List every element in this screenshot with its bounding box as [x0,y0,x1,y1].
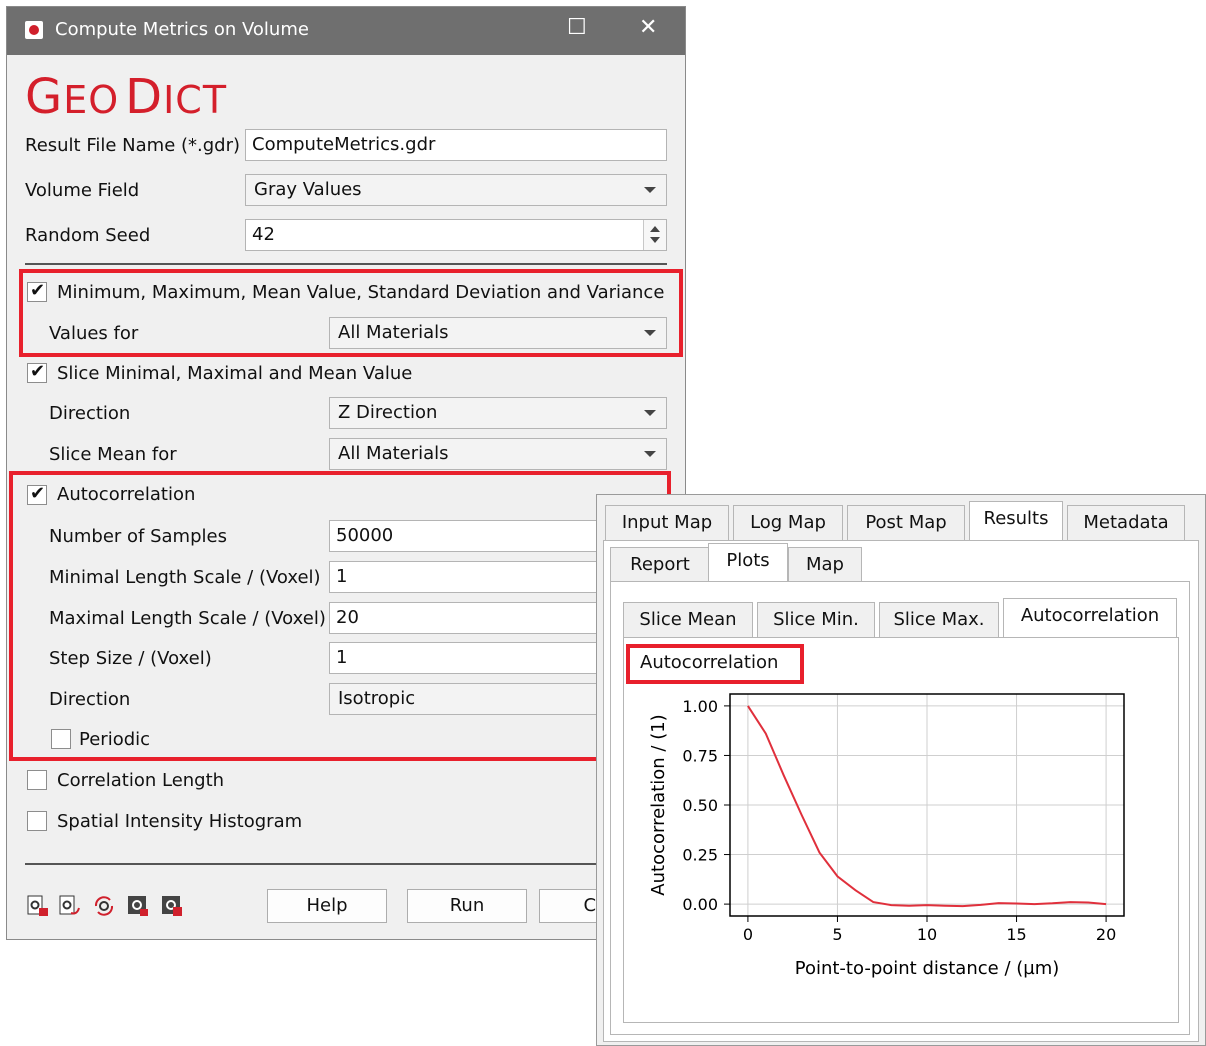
gear-refresh-icon[interactable] [93,895,115,917]
run-button[interactable]: Run [407,889,527,923]
close-icon[interactable]: ✕ [639,15,657,40]
periodic-label: Periodic [79,729,151,750]
x-tick-label: 15 [1006,925,1026,944]
random-seed-value: 42 [252,224,275,245]
correlation-length-label: Correlation Length [57,770,225,791]
divider [25,263,667,265]
chevron-down-icon [644,451,656,457]
chevron-down-icon [644,330,656,336]
tab-post-map[interactable]: Post Map [847,505,965,541]
autocorr-direction-select[interactable]: Isotropic [329,683,629,715]
spin-up-icon[interactable] [650,226,660,232]
spatial-histogram-label: Spatial Intensity Histogram [57,811,303,832]
y-axis-label: Autocorrelation / (1) [648,714,669,895]
spin-down-icon[interactable] [650,237,660,243]
slice-direction-value: Z Direction [338,402,438,423]
values-for-value: All Materials [338,322,449,343]
slice-checkbox[interactable] [27,361,47,383]
values-for-label: Values for [49,323,139,344]
random-seed-spinbox[interactable]: 42 [245,219,667,251]
min-length-input[interactable]: 1 [329,561,629,593]
y-tick-label: 0.75 [682,746,718,765]
tab-slice-max[interactable]: Slice Max. [879,602,999,638]
tab-slice-min[interactable]: Slice Min. [757,602,875,638]
periodic-checkbox[interactable] [51,729,71,749]
tab-results[interactable]: Results [969,501,1063,541]
gear-save-icon[interactable] [161,895,183,917]
autocorr-direction-value: Isotropic [338,688,416,709]
slice-direction-select[interactable]: Z Direction [329,397,667,429]
x-tick-label: 0 [743,925,753,944]
geodict-logo: GEO DICT [25,69,228,125]
min-length-label: Minimal Length Scale / (Voxel) [49,567,321,588]
correlation-length-checkbox[interactable] [27,770,47,790]
title-bar[interactable]: Compute Metrics on Volume ☐ ✕ [7,7,685,55]
gear-script-icon[interactable] [127,895,149,917]
tab-map[interactable]: Map [788,547,862,583]
step-size-label: Step Size / (Voxel) [49,648,212,669]
slice-mean-select[interactable]: All Materials [329,438,667,470]
tab-autocorrelation[interactable]: Autocorrelation [1003,598,1177,638]
minmax-label: Minimum, Maximum, Mean Value, Standard D… [57,282,665,303]
random-seed-label: Random Seed [25,225,151,246]
chevron-down-icon [644,410,656,416]
results-pane: Report Plots Map Slice Mean Slice Min. S… [603,540,1199,1042]
plots-pane: Slice Mean Slice Min. Slice Max. Autocor… [610,581,1190,1035]
x-axis-label: Point-to-point distance / (µm) [795,958,1060,979]
tab-input-map[interactable]: Input Map [605,505,729,541]
maximize-icon[interactable]: ☐ [567,15,587,40]
results-panel: Input Map Log Map Post Map Results Metad… [596,494,1206,1046]
volume-field-label: Volume Field [25,180,140,201]
y-tick-label: 0.25 [682,846,718,865]
minmax-checkbox[interactable] [27,280,47,302]
gear-export-icon[interactable] [27,895,49,917]
chart-pane: Autocorrelation 0 5 10 15 20 0.00 0.25 0.50 0.75… [623,637,1179,1023]
spin-buttons[interactable] [643,220,666,250]
tab-log-map[interactable]: Log Map [733,505,843,541]
slice-mean-label: Slice Mean for [49,444,177,465]
y-tick-label: 1.00 [682,697,718,716]
plot-title: Autocorrelation [640,652,779,673]
chevron-down-icon [644,187,656,193]
result-file-input[interactable]: ComputeMetrics.gdr [245,129,667,161]
compute-metrics-dialog: Compute Metrics on Volume ☐ ✕ GEO DICT Re… [6,6,686,940]
y-tick-label: 0.50 [682,796,718,815]
samples-label: Number of Samples [49,526,227,547]
volume-field-value: Gray Values [254,179,362,200]
autocorrelation-chart: 0 5 10 15 20 0.00 0.25 0.50 0.75 1.00 Point-to-poi… [648,693,1125,979]
samples-input[interactable]: 50000 [329,520,629,552]
help-button[interactable]: Help [267,889,387,923]
result-file-label: Result File Name (*.gdr) [25,135,241,156]
autocorrelation-checkbox[interactable] [27,483,47,505]
slice-label: Slice Minimal, Maximal and Mean Value [57,363,413,384]
tab-slice-mean[interactable]: Slice Mean [623,602,753,638]
autocorrelation-label: Autocorrelation [57,484,196,505]
slice-direction-label: Direction [49,403,131,424]
x-tick-label: 5 [832,925,842,944]
slice-mean-value: All Materials [338,443,449,464]
gear-reload-icon[interactable] [59,895,81,917]
tab-report[interactable]: Report [610,547,710,583]
spatial-histogram-checkbox[interactable] [27,811,47,831]
app-logo-icon [25,21,43,39]
autocorr-direction-label: Direction [49,689,131,710]
tab-metadata[interactable]: Metadata [1067,505,1185,541]
values-for-select[interactable]: All Materials [329,317,667,349]
step-size-input[interactable]: 1 [329,642,629,674]
y-tick-label: 0.00 [682,895,718,914]
window-title: Compute Metrics on Volume [55,19,309,40]
max-length-input[interactable]: 20 [329,602,629,634]
divider [25,863,667,865]
tab-plots[interactable]: Plots [708,543,788,583]
volume-field-select[interactable]: Gray Values [245,174,667,206]
x-tick-label: 10 [917,925,937,944]
max-length-label: Maximal Length Scale / (Voxel) [49,608,326,629]
x-tick-label: 20 [1096,925,1116,944]
